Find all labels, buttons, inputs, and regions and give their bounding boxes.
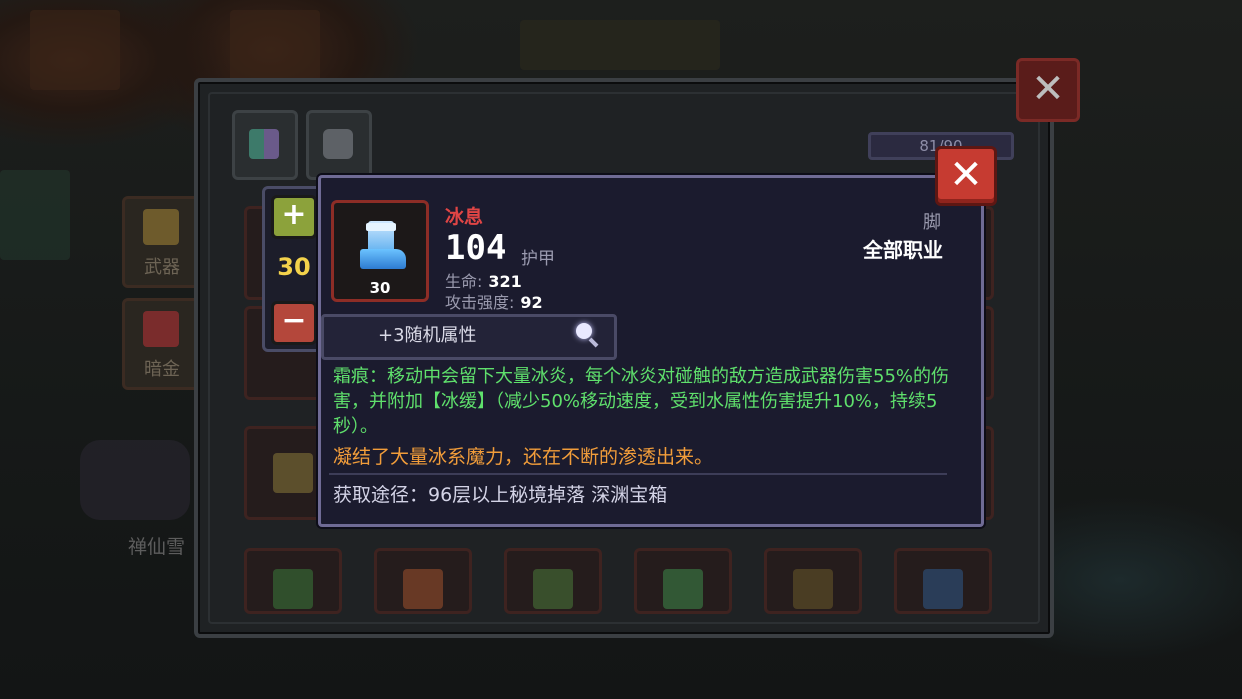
dragon-item-icon [923,569,963,609]
background-lantern [30,10,120,90]
weapon-tile-icon [143,209,179,245]
mask-item-icon [793,569,833,609]
inventory-slot[interactable] [504,548,602,614]
quantity-count: 30 [277,253,311,281]
dark-gold-tile-label: 暗金 [144,359,180,380]
dark-gold-tile[interactable]: 暗金 [122,298,202,390]
random-attributes-row[interactable]: +3随机属性 [321,314,617,360]
decrease-button[interactable]: − [271,301,317,345]
inventory-tab-armor[interactable] [306,110,372,180]
close-icon: ✕ [949,152,983,198]
armor-icon [323,129,353,159]
inventory-tab-grid[interactable] [232,110,298,180]
armor-value: 104 [445,228,507,268]
sword-item-icon [273,569,313,609]
item-effect-description: 霜痕：移动中会留下大量冰炎，每个冰炎对碰触的敌方造成武器伤害55%的伤害，并附加… [333,366,950,437]
item-icon-frame: 30 [331,200,429,302]
equip-slot-type: 脚 [923,212,941,233]
item-name: 冰息 [445,206,484,228]
plant-item-icon [533,569,573,609]
stat-attack-value: 92 [520,293,543,312]
weapon-tile-label: 武器 [144,257,180,278]
quantity-stepper: + 30 − [262,186,326,352]
inventory-slot[interactable] [634,548,732,614]
item-flavor-text: 凝结了大量冰系魔力，还在不断的渗透出来。 [333,446,714,468]
inventory-slot[interactable] [764,548,862,614]
fire-item-icon [403,569,443,609]
item-level: 30 [369,279,391,297]
npc-name: 禅仙雪 [128,536,186,558]
background-banner [0,170,70,260]
class-requirement: 全部职业 [863,238,943,262]
grid-icon [249,129,279,159]
stat-attack: 攻击强度: 92 [445,289,543,313]
increase-button[interactable]: + [271,195,317,239]
inventory-slot[interactable] [894,548,992,614]
random-attributes-label: +3随机属性 [378,325,477,346]
background-creature [80,440,190,520]
close-icon: ✕ [1031,66,1065,112]
inventory-slot[interactable] [244,548,342,614]
armor-label: 护甲 [521,249,555,269]
stat-attack-label: 攻击强度: [445,293,515,312]
armor-item-icon [273,453,313,493]
weapon-tile[interactable]: 武器 [122,196,202,288]
minus-icon: − [281,303,307,338]
tooltip-divider [329,473,947,475]
item-tooltip: 30 冰息 104 护甲 生命: 321 攻击强度: 92 脚 全部职业 ✕ +3随… [318,146,997,527]
background-ornament [520,20,720,70]
dark-gold-tile-icon [143,311,179,347]
inventory-slot[interactable] [374,548,472,614]
plus-icon: + [281,197,307,232]
magnifier-icon [576,323,600,348]
tooltip-close-button[interactable]: ✕ [935,146,997,206]
item-source: 获取途径：96层以上秘境掉落 深渊宝箱 [333,484,668,506]
ice-boot-icon [356,221,406,273]
panel-close-button[interactable]: ✕ [1016,58,1080,122]
blade-item-icon [663,569,703,609]
